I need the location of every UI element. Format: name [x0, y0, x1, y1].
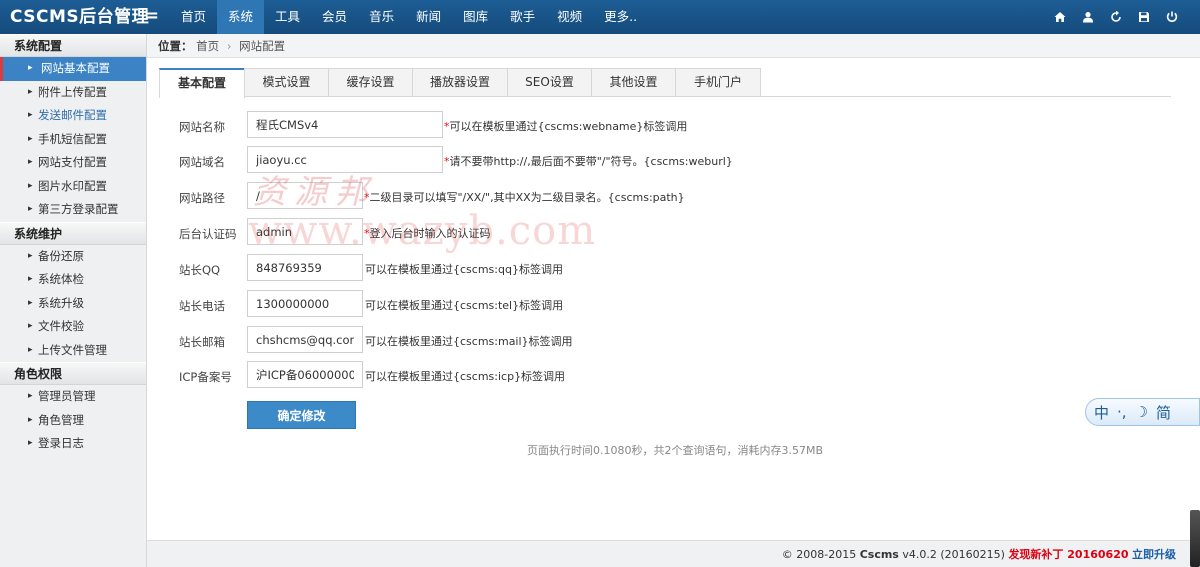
nav-music[interactable]: 音乐 — [358, 0, 405, 34]
field-label: 网站域名 — [179, 155, 225, 169]
field-label: 后台认证码 — [179, 227, 237, 241]
footer: © 2008-2015 Cscms v4.0.2 (20160215) 发现新补… — [147, 540, 1200, 567]
user-icon[interactable] — [1074, 0, 1102, 34]
sidebar-item-sms[interactable]: 手机短信配置 — [0, 128, 146, 152]
nav-news[interactable]: 新闻 — [405, 0, 452, 34]
field-hint: 可以在模板里通过{cscms:qq}标签调用 — [365, 263, 563, 276]
tab-mode[interactable]: 模式设置 — [244, 68, 329, 96]
sidebar-item-watermark[interactable]: 图片水印配置 — [0, 175, 146, 199]
breadcrumb: 位置： 首页 › 网站配置 — [147, 34, 1200, 58]
field-hint: *二级目录可以填写"/XX/",其中XX为二级目录名。{cscms:path} — [364, 189, 685, 205]
home-icon[interactable] — [1046, 0, 1074, 34]
power-icon[interactable] — [1158, 0, 1186, 34]
main-content: 基本配置 模式设置 缓存设置 播放器设置 SEO设置 其他设置 手机门户 网站名… — [147, 58, 1200, 540]
hint-text: 二级目录可以填写"/XX/",其中XX为二级目录名。{cscms:path} — [369, 191, 685, 204]
tab-seo[interactable]: SEO设置 — [507, 68, 592, 96]
top-bar: CSCMS后台管理 = 首页 系统 工具 会员 音乐 新闻 图库 歌手 视频 更… — [0, 0, 1200, 34]
sidebar-item-roles[interactable]: 角色管理 — [0, 409, 146, 433]
footer-upgrade-link[interactable]: 立即升级 — [1132, 548, 1176, 561]
save-icon[interactable] — [1130, 0, 1158, 34]
sidebar-group-title[interactable]: 系统维护 — [0, 221, 146, 245]
sidebar-item-uploads[interactable]: 上传文件管理 — [0, 339, 146, 363]
breadcrumb-home[interactable]: 首页 — [196, 39, 219, 53]
field-hint: 可以在模板里通过{cscms:tel}标签调用 — [365, 299, 564, 312]
site-path-input[interactable] — [247, 182, 363, 209]
footer-brand: Cscms — [859, 548, 899, 561]
nav-singers[interactable]: 歌手 — [499, 0, 546, 34]
hint-text: 登入后台时输入的认证码 — [369, 227, 491, 240]
tab-mobile[interactable]: 手机门户 — [675, 68, 761, 96]
field-hint: *请不要带http://,最后面不要带"/"符号。{cscms:weburl} — [444, 153, 733, 169]
sidebar: 系统配置 网站基本配置 附件上传配置 发送邮件配置 手机短信配置 网站支付配置 … — [0, 34, 147, 567]
icp-input[interactable] — [247, 361, 363, 388]
submit-button[interactable]: 确定修改 — [247, 401, 356, 429]
sidebar-item-file-verify[interactable]: 文件校验 — [0, 315, 146, 339]
app-brand[interactable]: CSCMS后台管理 — [10, 0, 149, 34]
sidebar-item-payment[interactable]: 网站支付配置 — [0, 151, 146, 175]
breadcrumb-separator: › — [226, 39, 232, 53]
scroll-handle[interactable] — [1190, 510, 1200, 567]
nav-video[interactable]: 视频 — [546, 0, 593, 34]
nav-more[interactable]: 更多.. — [593, 0, 648, 34]
sidebar-item-upgrade[interactable]: 系统升级 — [0, 292, 146, 316]
site-domain-input[interactable] — [247, 146, 443, 173]
nav-members[interactable]: 会员 — [311, 0, 358, 34]
field-label: 站长电话 — [179, 299, 225, 313]
tab-basic[interactable]: 基本配置 — [159, 68, 245, 98]
breadcrumb-label: 位置： — [158, 39, 193, 53]
nav-home[interactable]: 首页 — [170, 0, 217, 34]
email-input[interactable] — [247, 326, 363, 353]
hint-text: 请不要带http://,最后面不要带"/"符号。{cscms:weburl} — [449, 155, 733, 168]
refresh-icon[interactable] — [1102, 0, 1130, 34]
field-label: 站长QQ — [179, 263, 221, 277]
nav-tools[interactable]: 工具 — [264, 0, 311, 34]
menu-toggle-button[interactable]: = — [144, 0, 159, 34]
field-label: 网站名称 — [179, 120, 225, 134]
top-nav: 首页 系统 工具 会员 音乐 新闻 图库 歌手 视频 更多.. — [170, 0, 648, 34]
field-label: 网站路径 — [179, 191, 225, 205]
nav-system[interactable]: 系统 — [217, 0, 265, 34]
auth-code-input[interactable] — [247, 218, 363, 245]
sidebar-item-mail[interactable]: 发送邮件配置 — [0, 104, 146, 128]
sidebar-item-login-log[interactable]: 登录日志 — [0, 432, 146, 456]
sidebar-item-backup[interactable]: 备份还原 — [0, 245, 146, 269]
hint-text: 可以在模板里通过{cscms:webname}标签调用 — [449, 120, 688, 133]
breadcrumb-current: 网站配置 — [239, 39, 286, 53]
site-name-input[interactable] — [247, 111, 443, 138]
field-label: 站长邮箱 — [179, 335, 225, 349]
tab-cache[interactable]: 缓存设置 — [328, 68, 413, 96]
footer-patch[interactable]: 发现新补丁 20160620 — [1008, 548, 1128, 561]
tab-bar: 基本配置 模式设置 缓存设置 播放器设置 SEO设置 其他设置 手机门户 — [159, 68, 1171, 98]
field-hint: 可以在模板里通过{cscms:mail}标签调用 — [365, 335, 573, 348]
sidebar-item-site-basic[interactable]: 网站基本配置 — [0, 57, 146, 81]
ime-widget[interactable]: 中 ·, ☽ 简 — [1085, 398, 1200, 426]
field-hint: *可以在模板里通过{cscms:webname}标签调用 — [444, 118, 687, 134]
phone-input[interactable] — [247, 290, 363, 317]
field-hint: *登入后台时输入的认证码 — [364, 225, 491, 241]
sidebar-item-admins[interactable]: 管理员管理 — [0, 385, 146, 409]
sidebar-item-upload[interactable]: 附件上传配置 — [0, 81, 146, 105]
field-label: ICP备案号 — [179, 370, 232, 384]
footer-copyright: © 2008-2015 — [781, 548, 857, 561]
footer-version: v4.0.2 (20160215) — [902, 548, 1005, 561]
tab-player[interactable]: 播放器设置 — [412, 68, 508, 96]
sidebar-group-title[interactable]: 角色权限 — [0, 362, 146, 385]
sidebar-group-title[interactable]: 系统配置 — [0, 34, 146, 57]
ime-mode[interactable]: 简 — [1156, 402, 1171, 423]
nav-gallery[interactable]: 图库 — [452, 0, 499, 34]
ime-lang[interactable]: 中 — [1094, 402, 1109, 423]
top-icons — [1046, 0, 1186, 34]
qq-input[interactable] — [247, 254, 363, 281]
field-hint: 可以在模板里通过{cscms:icp}标签调用 — [365, 370, 566, 383]
tab-other[interactable]: 其他设置 — [591, 68, 676, 96]
exec-info: 页面执行时间0.1080秒，共2个查询语句，消耗内存3.57MB — [527, 444, 824, 457]
sidebar-item-oauth[interactable]: 第三方登录配置 — [0, 198, 146, 222]
ime-punct-icon[interactable]: ·, — [1117, 403, 1127, 421]
moon-icon[interactable]: ☽ — [1135, 403, 1148, 421]
sidebar-item-check[interactable]: 系统体检 — [0, 268, 146, 292]
